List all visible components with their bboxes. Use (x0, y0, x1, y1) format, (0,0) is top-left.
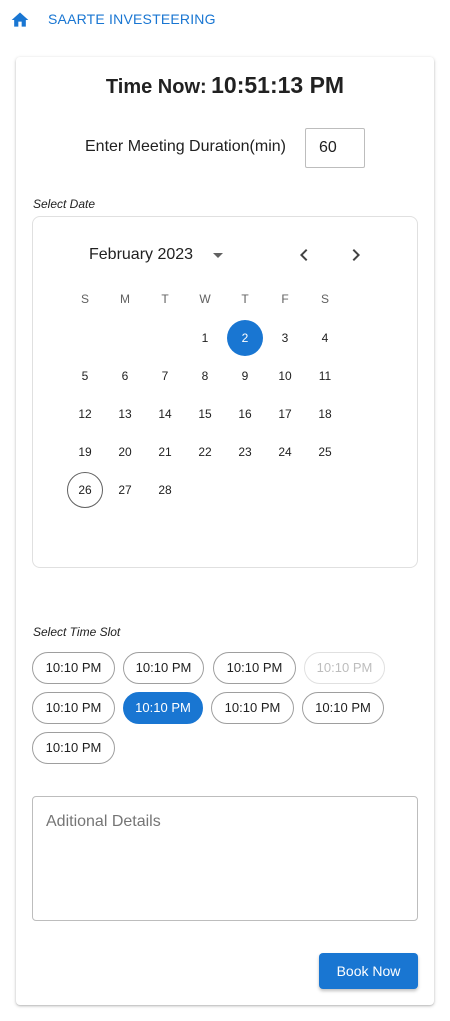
weekday-label: T (241, 292, 249, 306)
calendar-day[interactable]: 10 (267, 358, 303, 394)
top-bar: SAARTE INVESTEERING (0, 0, 450, 40)
time-slot-chip[interactable]: 10:10 PM (32, 652, 115, 684)
chevron-right-icon[interactable] (344, 243, 368, 267)
brand-link[interactable]: SAARTE INVESTEERING (48, 11, 216, 27)
duration-input[interactable] (305, 128, 365, 168)
calendar-day[interactable]: 23 (227, 434, 263, 470)
month-label[interactable]: February 2023 (89, 246, 193, 264)
caret-down-icon[interactable] (213, 253, 223, 258)
home-icon[interactable] (10, 10, 30, 30)
select-date-label: Select Date (33, 197, 96, 211)
time-slot-chip[interactable]: 10:10 PM (213, 652, 296, 684)
calendar-day[interactable]: 8 (187, 358, 223, 394)
calendar-day[interactable]: 11 (307, 358, 343, 394)
duration-label: Enter Meeting Duration(min) (85, 138, 286, 155)
calendar-day[interactable]: 2 (227, 320, 263, 356)
chevron-left-icon[interactable] (292, 243, 316, 267)
calendar-day[interactable]: 18 (307, 396, 343, 432)
weekday-label: F (281, 292, 289, 306)
date-calendar: February 2023 SMTWTFS 1 2 3 4 5 6 7 8 9 10 11 12 13 1… (32, 216, 418, 568)
time-slot-chip[interactable]: 10:10 PM (32, 692, 115, 724)
calendar-day[interactable]: 28 (147, 472, 183, 508)
weekday-label: M (120, 292, 130, 306)
calendar-day[interactable]: 22 (187, 434, 223, 470)
calendar-day[interactable]: 27 (107, 472, 143, 508)
calendar-day[interactable]: 3 (267, 320, 303, 356)
time-now-label: Time Now: (105, 76, 207, 98)
calendar-day[interactable]: 14 (147, 396, 183, 432)
calendar-day[interactable]: 26 (67, 472, 103, 508)
time-slot-chip: 10:10 PM (304, 652, 385, 684)
calendar-day[interactable]: 15 (187, 396, 223, 432)
calendar-day[interactable]: 20 (107, 434, 143, 470)
calendar-day[interactable]: 21 (147, 434, 183, 470)
weekday-label: W (199, 292, 211, 306)
calendar-day[interactable]: 9 (227, 358, 263, 394)
calendar-day[interactable]: 4 (307, 320, 343, 356)
calendar-day[interactable]: 1 (187, 320, 223, 356)
time-now-value: 10:51:13 PM (211, 72, 345, 98)
calendar-day[interactable]: 6 (107, 358, 143, 394)
calendar-day[interactable]: 12 (67, 396, 103, 432)
calendar-day[interactable]: 13 (107, 396, 143, 432)
calendar-day[interactable]: 24 (267, 434, 303, 470)
calendar-day[interactable]: 5 (67, 358, 103, 394)
time-slot-chip[interactable]: 10:10 PM (302, 692, 384, 724)
time-now-heading: Time Now: 10:51:13 PM (16, 72, 434, 99)
weekday-label: T (161, 292, 169, 306)
time-slot-chip[interactable]: 10:10 PM (123, 692, 203, 724)
calendar-day[interactable]: 7 (147, 358, 183, 394)
weekday-label: S (80, 292, 89, 306)
calendar-day[interactable]: 25 (307, 434, 343, 470)
select-time-slot-label: Select Time Slot (33, 625, 121, 639)
time-slot-chip[interactable]: 10:10 PM (123, 652, 204, 684)
time-slot-chip[interactable]: 10:10 PM (211, 692, 294, 724)
calendar-day[interactable]: 16 (227, 396, 263, 432)
additional-details-input[interactable] (32, 796, 418, 921)
weekday-label: S (320, 292, 329, 306)
time-slot-chip[interactable]: 10:10 PM (32, 732, 115, 764)
book-now-button[interactable]: Book Now (319, 953, 418, 989)
booking-card: Time Now: 10:51:13 PM Enter Meeting Dura… (16, 57, 434, 1005)
calendar-day[interactable]: 17 (267, 396, 303, 432)
calendar-day[interactable]: 19 (67, 434, 103, 470)
